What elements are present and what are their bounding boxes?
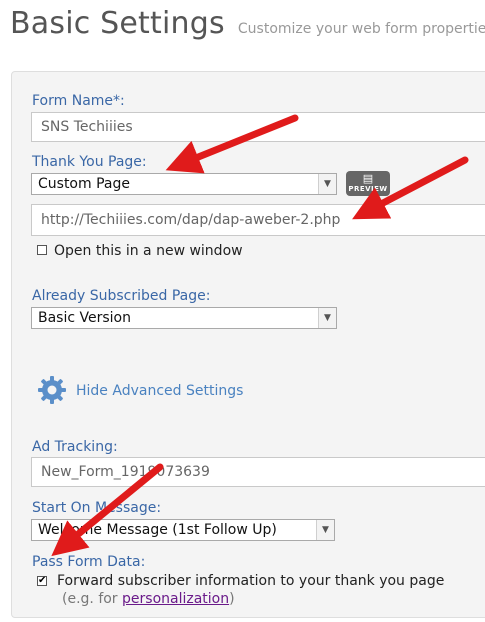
- preview-button[interactable]: ▤ PREVIEW: [346, 171, 390, 196]
- personalization-hint: (e.g. for personalization): [62, 591, 235, 607]
- start-on-message-select[interactable]: Welcome Message (1st Follow Up) ▼: [31, 519, 335, 541]
- new-window-label: Open this in a new window: [54, 243, 243, 259]
- pass-form-data-checkbox-label: Forward subscriber information to your t…: [57, 573, 445, 589]
- pass-form-data-checkbox[interactable]: ✔: [37, 576, 47, 586]
- gear-icon[interactable]: [36, 374, 68, 406]
- form-name-input[interactable]: SNS Techiiies: [31, 112, 485, 142]
- thank-you-page-select[interactable]: Custom Page ▼: [31, 173, 337, 195]
- page-title: Basic Settings: [10, 6, 225, 41]
- page-header: Basic Settings Customize your web form p…: [10, 6, 485, 41]
- already-subscribed-select[interactable]: Basic Version ▼: [31, 307, 337, 329]
- ad-tracking-label: Ad Tracking:: [32, 439, 118, 455]
- hint-prefix: (e.g. for: [62, 591, 123, 607]
- new-window-checkbox[interactable]: [37, 245, 47, 255]
- start-on-message-label: Start On Message:: [32, 500, 162, 516]
- personalization-link[interactable]: personalization: [122, 591, 229, 607]
- ad-tracking-input[interactable]: New_Form_1919073639: [31, 457, 485, 487]
- page-subtitle: Customize your web form properties.: [237, 21, 485, 37]
- form-name-label: Form Name*:: [32, 93, 125, 109]
- start-on-message-selected: Welcome Message (1st Follow Up): [38, 522, 277, 538]
- hide-advanced-settings-link[interactable]: Hide Advanced Settings: [76, 383, 243, 399]
- already-subscribed-label: Already Subscribed Page:: [32, 288, 211, 304]
- chevron-down-icon: ▼: [318, 174, 336, 194]
- thank-you-page-selected: Custom Page: [38, 176, 130, 192]
- document-icon: ▤: [362, 172, 374, 185]
- already-subscribed-selected: Basic Version: [38, 310, 131, 326]
- pass-form-data-label: Pass Form Data:: [32, 554, 146, 570]
- thank-you-page-label: Thank You Page:: [32, 154, 147, 170]
- preview-button-label: PREVIEW: [348, 185, 388, 193]
- chevron-down-icon: ▼: [318, 308, 336, 328]
- thank-you-url-input[interactable]: http://Techiiies.com/dap/dap-aweber-2.ph…: [31, 204, 485, 236]
- chevron-down-icon: ▼: [316, 520, 334, 540]
- hint-suffix: ): [229, 591, 235, 607]
